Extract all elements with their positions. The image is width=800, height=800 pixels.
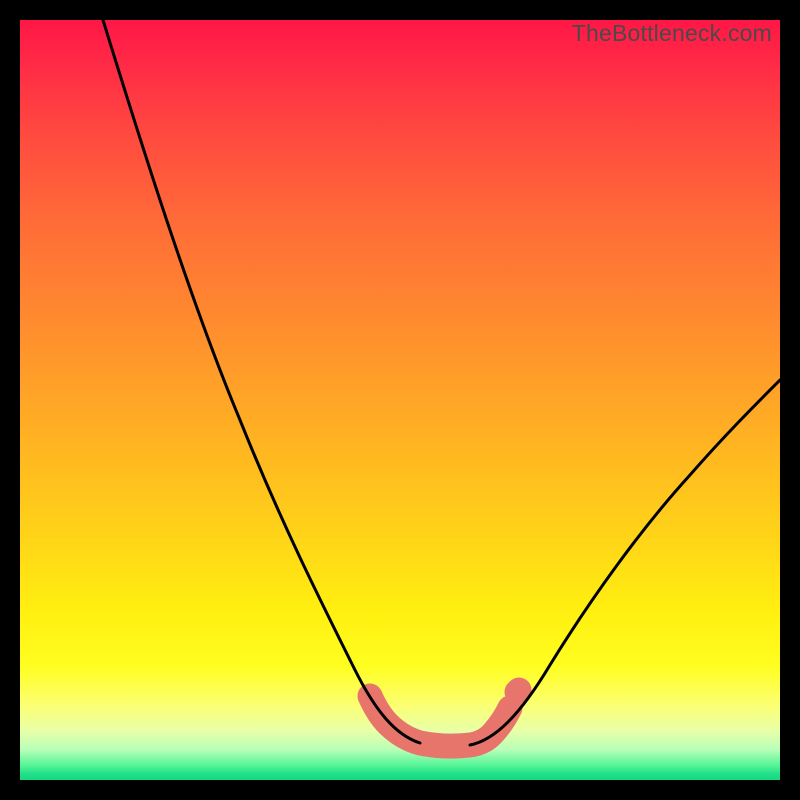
valley-highlight-dot: [517, 690, 519, 692]
outer-frame: TheBottleneck.com: [0, 0, 800, 800]
left-bottleneck-curve: [103, 20, 420, 743]
chart-svg: [20, 20, 780, 780]
plot-area: TheBottleneck.com: [20, 20, 780, 780]
